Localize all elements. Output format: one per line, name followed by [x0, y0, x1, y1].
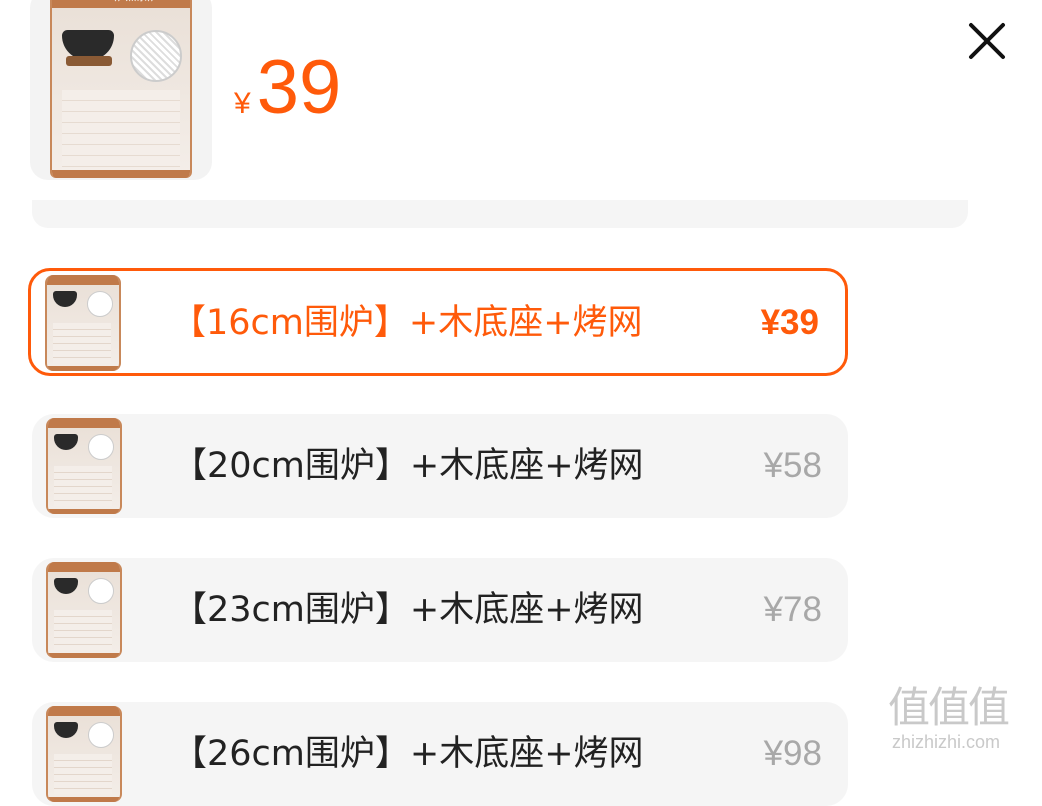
product-thumbnail[interactable]: #16cm炉煮茶炉#: [30, 0, 212, 180]
option-label: 【23cm围炉】+木底座+烤网: [172, 590, 644, 630]
watermark: 值值值 zhizhizhi.com: [888, 684, 1038, 764]
close-button[interactable]: [958, 14, 1014, 70]
option-23cm[interactable]: 【23cm围炉】+木底座+烤网 ¥78: [32, 558, 848, 662]
product-image: #16cm炉煮茶炉#: [50, 0, 192, 178]
option-thumbnail: [46, 418, 122, 514]
wood-base-illustration: [66, 56, 112, 66]
option-26cm[interactable]: 【26cm围炉】+木底座+烤网 ¥98: [32, 702, 848, 806]
grill-net-illustration: [130, 30, 182, 82]
option-label: 【26cm围炉】+木底座+烤网: [172, 734, 644, 774]
card-footer: [52, 170, 190, 178]
price-value: 39: [256, 45, 342, 130]
close-icon: [969, 23, 1005, 59]
option-thumbnail: [45, 275, 121, 371]
spec-table-illustration: [62, 90, 180, 170]
option-price: ¥98: [763, 734, 822, 773]
option-price: ¥58: [763, 446, 822, 485]
product-banner: #16cm炉煮茶炉#: [52, 0, 190, 8]
option-thumbnail: [46, 562, 122, 658]
option-20cm[interactable]: 【20cm围炉】+木底座+烤网 ¥58: [32, 414, 848, 518]
option-thumbnail: [46, 706, 122, 802]
option-label: 【20cm围炉】+木底座+烤网: [172, 446, 644, 486]
option-price: ¥78: [763, 590, 822, 629]
option-16cm[interactable]: 【16cm围炉】+木底座+烤网 ¥39: [28, 268, 848, 376]
option-price: ¥39: [760, 303, 819, 342]
watermark-site: zhizhizhi.com: [892, 732, 1001, 752]
watermark-glyphs: 值值值: [888, 683, 1010, 732]
section-divider: [32, 200, 968, 228]
option-label: 【16cm围炉】+木底座+烤网: [171, 303, 643, 343]
selected-price: ¥39: [234, 44, 341, 131]
currency-symbol: ¥: [234, 87, 251, 120]
